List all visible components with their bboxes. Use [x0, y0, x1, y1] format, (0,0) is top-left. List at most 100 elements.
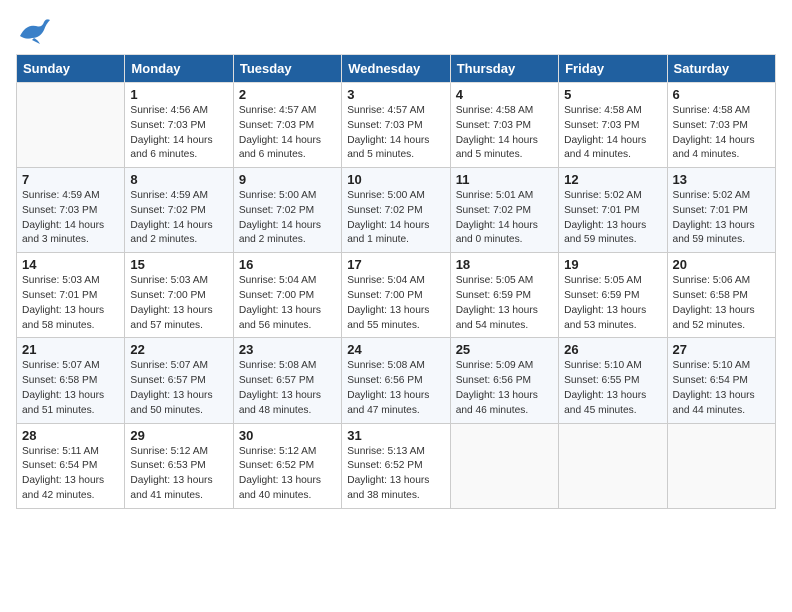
column-header-friday: Friday [559, 55, 667, 83]
day-info: Sunrise: 4:58 AM Sunset: 7:03 PM Dayligh… [673, 104, 770, 163]
day-info: Sunrise: 5:05 AM Sunset: 6:59 PM Dayligh… [456, 274, 553, 333]
day-number: 27 [673, 342, 770, 357]
calendar-cell: 3Sunrise: 4:57 AM Sunset: 7:03 PM Daylig… [342, 83, 450, 168]
calendar-week-row: 14Sunrise: 5:03 AM Sunset: 7:01 PM Dayli… [17, 253, 776, 338]
day-info: Sunrise: 5:06 AM Sunset: 6:58 PM Dayligh… [673, 274, 770, 333]
calendar-cell: 5Sunrise: 4:58 AM Sunset: 7:03 PM Daylig… [559, 83, 667, 168]
calendar-cell [667, 423, 775, 508]
day-number: 12 [564, 172, 661, 187]
day-info: Sunrise: 4:59 AM Sunset: 7:02 PM Dayligh… [130, 189, 227, 248]
day-number: 24 [347, 342, 444, 357]
day-number: 4 [456, 87, 553, 102]
day-number: 16 [239, 257, 336, 272]
day-info: Sunrise: 4:56 AM Sunset: 7:03 PM Dayligh… [130, 104, 227, 163]
calendar-cell: 11 Sunrise: 5:01 AM Sunset: 7:02 PM Dayli… [450, 168, 558, 253]
calendar-cell: 1Sunrise: 4:56 AM Sunset: 7:03 PM Daylig… [125, 83, 233, 168]
day-info: Sunrise: 5:00 AM Sunset: 7:02 PM Dayligh… [239, 189, 336, 248]
calendar-week-row: 28Sunrise: 5:11 AM Sunset: 6:54 PM Dayli… [17, 423, 776, 508]
calendar-cell: 17Sunrise: 5:04 AM Sunset: 7:00 PM Dayli… [342, 253, 450, 338]
day-info: Sunrise: 5:01 AM Sunset: 7:02 PM Dayligh… [456, 189, 553, 248]
calendar-cell: 10 Sunrise: 5:00 AM Sunset: 7:02 PM Dayli… [342, 168, 450, 253]
day-info: Sunrise: 4:57 AM Sunset: 7:03 PM Dayligh… [239, 104, 336, 163]
calendar-cell: 18 Sunrise: 5:05 AM Sunset: 6:59 PM Dayli… [450, 253, 558, 338]
calendar-cell: 13 Sunrise: 5:02 AM Sunset: 7:01 PM Dayli… [667, 168, 775, 253]
day-number: 13 [673, 172, 770, 187]
day-number: 19 [564, 257, 661, 272]
calendar-cell: 31 Sunrise: 5:13 AM Sunset: 6:52 PM Dayli… [342, 423, 450, 508]
calendar-cell: 30 Sunrise: 5:12 AM Sunset: 6:52 PM Dayli… [233, 423, 341, 508]
day-number: 29 [130, 428, 227, 443]
calendar-cell: 23 Sunrise: 5:08 AM Sunset: 6:57 PM Dayli… [233, 338, 341, 423]
calendar-cell: 27 Sunrise: 5:10 AM Sunset: 6:54 PM Dayli… [667, 338, 775, 423]
day-info: Sunrise: 5:04 AM Sunset: 7:00 PM Dayligh… [239, 274, 336, 333]
day-number: 10 [347, 172, 444, 187]
day-number: 30 [239, 428, 336, 443]
calendar-table: SundayMondayTuesdayWednesdayThursdayFrid… [16, 54, 776, 509]
day-info: Sunrise: 4:58 AM Sunset: 7:03 PM Dayligh… [564, 104, 661, 163]
day-info: Sunrise: 5:00 AM Sunset: 7:02 PM Dayligh… [347, 189, 444, 248]
calendar-cell: 24 Sunrise: 5:08 AM Sunset: 6:56 PM Dayli… [342, 338, 450, 423]
column-header-sunday: Sunday [17, 55, 125, 83]
calendar-cell: 25Sunrise: 5:09 AM Sunset: 6:56 PM Dayli… [450, 338, 558, 423]
calendar-cell: 7 Sunrise: 4:59 AM Sunset: 7:03 PM Daylig… [17, 168, 125, 253]
day-number: 22 [130, 342, 227, 357]
calendar-cell: 15Sunrise: 5:03 AM Sunset: 7:00 PM Dayli… [125, 253, 233, 338]
logo [16, 16, 56, 46]
calendar-cell: 6 Sunrise: 4:58 AM Sunset: 7:03 PM Daylig… [667, 83, 775, 168]
day-info: Sunrise: 5:09 AM Sunset: 6:56 PM Dayligh… [456, 359, 553, 418]
day-number: 2 [239, 87, 336, 102]
calendar-cell: 14Sunrise: 5:03 AM Sunset: 7:01 PM Dayli… [17, 253, 125, 338]
calendar-week-row: 1Sunrise: 4:56 AM Sunset: 7:03 PM Daylig… [17, 83, 776, 168]
calendar-cell [450, 423, 558, 508]
calendar-cell: 22 Sunrise: 5:07 AM Sunset: 6:57 PM Dayli… [125, 338, 233, 423]
day-info: Sunrise: 5:07 AM Sunset: 6:57 PM Dayligh… [130, 359, 227, 418]
day-number: 15 [130, 257, 227, 272]
day-info: Sunrise: 5:13 AM Sunset: 6:52 PM Dayligh… [347, 445, 444, 504]
day-number: 6 [673, 87, 770, 102]
day-info: Sunrise: 5:05 AM Sunset: 6:59 PM Dayligh… [564, 274, 661, 333]
day-info: Sunrise: 5:04 AM Sunset: 7:00 PM Dayligh… [347, 274, 444, 333]
calendar-cell: 4 Sunrise: 4:58 AM Sunset: 7:03 PM Daylig… [450, 83, 558, 168]
calendar-cell: 2 Sunrise: 4:57 AM Sunset: 7:03 PM Daylig… [233, 83, 341, 168]
calendar-header-row: SundayMondayTuesdayWednesdayThursdayFrid… [17, 55, 776, 83]
day-info: Sunrise: 5:08 AM Sunset: 6:56 PM Dayligh… [347, 359, 444, 418]
column-header-monday: Monday [125, 55, 233, 83]
column-header-tuesday: Tuesday [233, 55, 341, 83]
calendar-cell: 28Sunrise: 5:11 AM Sunset: 6:54 PM Dayli… [17, 423, 125, 508]
day-number: 3 [347, 87, 444, 102]
day-number: 26 [564, 342, 661, 357]
day-info: Sunrise: 5:08 AM Sunset: 6:57 PM Dayligh… [239, 359, 336, 418]
calendar-cell: 19 Sunrise: 5:05 AM Sunset: 6:59 PM Dayli… [559, 253, 667, 338]
calendar-cell: 12 Sunrise: 5:02 AM Sunset: 7:01 PM Dayli… [559, 168, 667, 253]
calendar-cell [559, 423, 667, 508]
calendar-cell: 16 Sunrise: 5:04 AM Sunset: 7:00 PM Dayli… [233, 253, 341, 338]
column-header-thursday: Thursday [450, 55, 558, 83]
day-info: Sunrise: 4:59 AM Sunset: 7:03 PM Dayligh… [22, 189, 119, 248]
day-number: 11 [456, 172, 553, 187]
day-number: 7 [22, 172, 119, 187]
day-info: Sunrise: 5:12 AM Sunset: 6:52 PM Dayligh… [239, 445, 336, 504]
calendar-cell: 26Sunrise: 5:10 AM Sunset: 6:55 PM Dayli… [559, 338, 667, 423]
calendar-cell: 29 Sunrise: 5:12 AM Sunset: 6:53 PM Dayli… [125, 423, 233, 508]
day-number: 21 [22, 342, 119, 357]
day-number: 23 [239, 342, 336, 357]
calendar-cell: 21Sunrise: 5:07 AM Sunset: 6:58 PM Dayli… [17, 338, 125, 423]
day-info: Sunrise: 5:02 AM Sunset: 7:01 PM Dayligh… [564, 189, 661, 248]
calendar-cell [17, 83, 125, 168]
logo-bird-icon [16, 16, 52, 46]
day-number: 28 [22, 428, 119, 443]
calendar-week-row: 21Sunrise: 5:07 AM Sunset: 6:58 PM Dayli… [17, 338, 776, 423]
calendar-cell: 9 Sunrise: 5:00 AM Sunset: 7:02 PM Daylig… [233, 168, 341, 253]
day-number: 20 [673, 257, 770, 272]
day-info: Sunrise: 4:58 AM Sunset: 7:03 PM Dayligh… [456, 104, 553, 163]
day-number: 9 [239, 172, 336, 187]
day-number: 18 [456, 257, 553, 272]
day-info: Sunrise: 5:02 AM Sunset: 7:01 PM Dayligh… [673, 189, 770, 248]
calendar-week-row: 7 Sunrise: 4:59 AM Sunset: 7:03 PM Daylig… [17, 168, 776, 253]
day-info: Sunrise: 5:12 AM Sunset: 6:53 PM Dayligh… [130, 445, 227, 504]
calendar-cell: 20 Sunrise: 5:06 AM Sunset: 6:58 PM Dayli… [667, 253, 775, 338]
day-info: Sunrise: 5:03 AM Sunset: 7:01 PM Dayligh… [22, 274, 119, 333]
day-info: Sunrise: 5:10 AM Sunset: 6:54 PM Dayligh… [673, 359, 770, 418]
day-number: 8 [130, 172, 227, 187]
day-number: 31 [347, 428, 444, 443]
